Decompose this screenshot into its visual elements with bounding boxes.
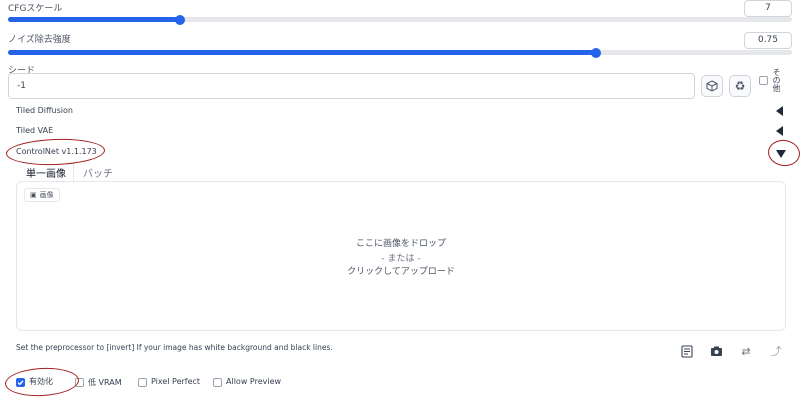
denoise-fill (8, 50, 596, 55)
accordion-tiled-diffusion[interactable]: Tiled Diffusion (16, 106, 73, 115)
denoise-label: ノイズ除去強度 (8, 35, 71, 45)
denoise-value[interactable]: 0.75 (744, 32, 792, 49)
reuse-seed-button[interactable]: ♻ (729, 75, 751, 97)
pixel-perfect-label: Pixel Perfect (151, 377, 201, 386)
cfg-scale-slider[interactable] (8, 14, 792, 25)
seed-extra-label: その他 (771, 68, 781, 92)
random-seed-button[interactable] (701, 75, 723, 97)
cfg-scale-label: CFGスケール (8, 4, 63, 14)
collapse-triangle-icon[interactable] (776, 126, 783, 136)
new-canvas-icon (681, 344, 693, 358)
collapse-triangle-icon[interactable] (776, 106, 783, 116)
send-dimensions-button[interactable]: ⤴ (768, 343, 784, 359)
new-canvas-button[interactable] (679, 343, 695, 359)
annotation-circle-controlnet (5, 137, 106, 167)
seed-extra-checkbox[interactable] (759, 76, 768, 85)
image-icon: ▣ (30, 191, 37, 199)
mirror-button[interactable]: ⇄ (738, 343, 754, 359)
dice-icon (706, 80, 718, 92)
tab-batch[interactable]: バッチ (83, 165, 113, 180)
tab-single-image[interactable]: 単一画像 (26, 165, 66, 180)
cfg-scale-thumb[interactable] (175, 14, 186, 25)
cfg-scale-fill (8, 17, 181, 22)
image-drop-zone[interactable]: ▣ 画像 ここに画像をドロップ - または - クリックしてアップロード (16, 181, 786, 331)
image-chip: ▣ 画像 (24, 188, 60, 202)
camera-icon (710, 346, 722, 356)
denoise-thumb[interactable] (591, 47, 601, 58)
annotation-circle-enable (4, 366, 80, 398)
drop-text: ここに画像をドロップ (355, 239, 446, 249)
allow-preview-label: Allow Preview (226, 377, 282, 386)
seed-extra-text: その他 (772, 68, 781, 92)
tab-divider (73, 163, 74, 181)
denoise-slider[interactable] (8, 47, 792, 58)
annotation-circle-expand (766, 137, 800, 169)
cfg-scale-value[interactable]: 7 (744, 0, 792, 17)
image-chip-label: 画像 (39, 191, 54, 199)
click-upload-text: クリックしてアップロード (347, 267, 455, 277)
send-dimensions-icon: ⤴ (770, 345, 782, 358)
drop-or-text: - または - (381, 254, 421, 264)
pixel-perfect-checkbox[interactable] (138, 378, 147, 387)
low-vram-label: 低 VRAM (88, 378, 122, 387)
swap-icon: ⇄ (741, 344, 751, 358)
preprocessor-hint: Set the preprocessor to [invert] If your… (16, 343, 333, 352)
recycle-icon: ♻ (734, 79, 746, 93)
seed-input[interactable]: -1 (8, 73, 695, 99)
allow-preview-checkbox[interactable] (213, 378, 222, 387)
webcam-button[interactable] (708, 343, 724, 359)
accordion-tiled-vae[interactable]: Tiled VAE (16, 126, 53, 135)
